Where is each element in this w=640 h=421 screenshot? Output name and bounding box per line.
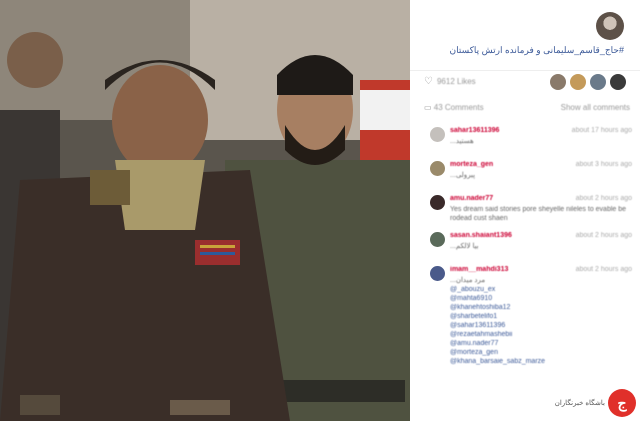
likes-count: 9612 Likes <box>436 77 476 86</box>
commenter-username[interactable]: morteza_gen <box>450 160 632 169</box>
liker-avatar[interactable] <box>590 74 606 90</box>
comments-count: ▭ 43 Comments <box>424 103 484 112</box>
post-photo <box>0 0 410 421</box>
comments-bar: ▭ 43 Comments Show all comments <box>424 103 630 112</box>
mention-link[interactable]: @sharbetelifo1 <box>450 312 632 321</box>
comment-icon: ▭ <box>424 103 434 112</box>
post-header: #حاج_قاسم_سلیمانی و فرمانده ارتش پاکستان <box>410 0 640 71</box>
mention-link[interactable]: @mahta6910 <box>450 294 632 303</box>
commenter-username[interactable]: sahar13611396 <box>450 126 632 135</box>
comment-item: about 3 hours ago morteza_gen ...پبرولی <box>410 156 640 190</box>
logo-icon: ج <box>608 389 636 417</box>
likes-row: ♡ 9612 Likes <box>424 76 476 87</box>
comment-text: ...هستید <box>450 138 474 145</box>
comment-item: about 2 hours ago imam__mahdi313 ...مرد … <box>410 261 640 370</box>
mention-link[interactable]: @_abouzu_ex <box>450 285 632 294</box>
liker-avatar[interactable] <box>610 74 626 90</box>
mention-link[interactable]: @khanehtoshiba12 <box>450 303 632 312</box>
commenter-avatar[interactable] <box>430 195 445 210</box>
comment-text: ...مرد میدان <box>450 277 486 284</box>
comment-text: ...بیا لالکم <box>450 243 479 250</box>
commenter-username[interactable]: amu.nader77 <box>450 194 632 203</box>
commenter-avatar[interactable] <box>430 127 445 142</box>
mention-link[interactable]: @rezaetahmashebii <box>450 330 632 339</box>
mention-link[interactable]: @amu.nader77 <box>450 339 632 348</box>
mention-link[interactable]: @morteza_gen <box>450 348 632 357</box>
show-all-comments-link[interactable]: Show all comments <box>561 103 630 112</box>
commenter-avatar[interactable] <box>430 266 445 281</box>
author-avatar[interactable] <box>596 12 624 40</box>
mention-link[interactable]: @khana_barsaie_sabz_marze <box>450 357 632 366</box>
commenter-username[interactable]: sasan.shaiant1396 <box>450 231 632 240</box>
post-caption[interactable]: #حاج_قاسم_سلیمانی و فرمانده ارتش پاکستان <box>450 45 624 56</box>
comment-item: about 2 hours ago amu.nader77 Yes dream … <box>410 190 640 227</box>
commenter-avatar[interactable] <box>430 232 445 247</box>
liker-avatar[interactable] <box>550 74 566 90</box>
comment-list: about 17 hours ago sahar13611396 ...هستی… <box>410 122 640 370</box>
comment-item: about 2 hours ago sasan.shaiant1396 ...ب… <box>410 227 640 261</box>
comment-item: about 17 hours ago sahar13611396 ...هستی… <box>410 122 640 156</box>
post-sidebar: #حاج_قاسم_سلیمانی و فرمانده ارتش پاکستان… <box>410 0 640 421</box>
mention-link[interactable]: @sahar13611396 <box>450 321 632 330</box>
watermark-logo: باشگاه خبرنگاران ج <box>555 389 636 417</box>
heart-icon[interactable]: ♡ <box>424 76 433 87</box>
commenter-avatar[interactable] <box>430 161 445 176</box>
liker-avatar[interactable] <box>570 74 586 90</box>
comment-text: ...پبرولی <box>450 172 476 179</box>
logo-text: باشگاه خبرنگاران <box>554 400 605 407</box>
comment-text: Yes dream said stories pore sheyelle nil… <box>450 206 627 222</box>
commenter-username[interactable]: imam__mahdi313 <box>450 265 632 274</box>
